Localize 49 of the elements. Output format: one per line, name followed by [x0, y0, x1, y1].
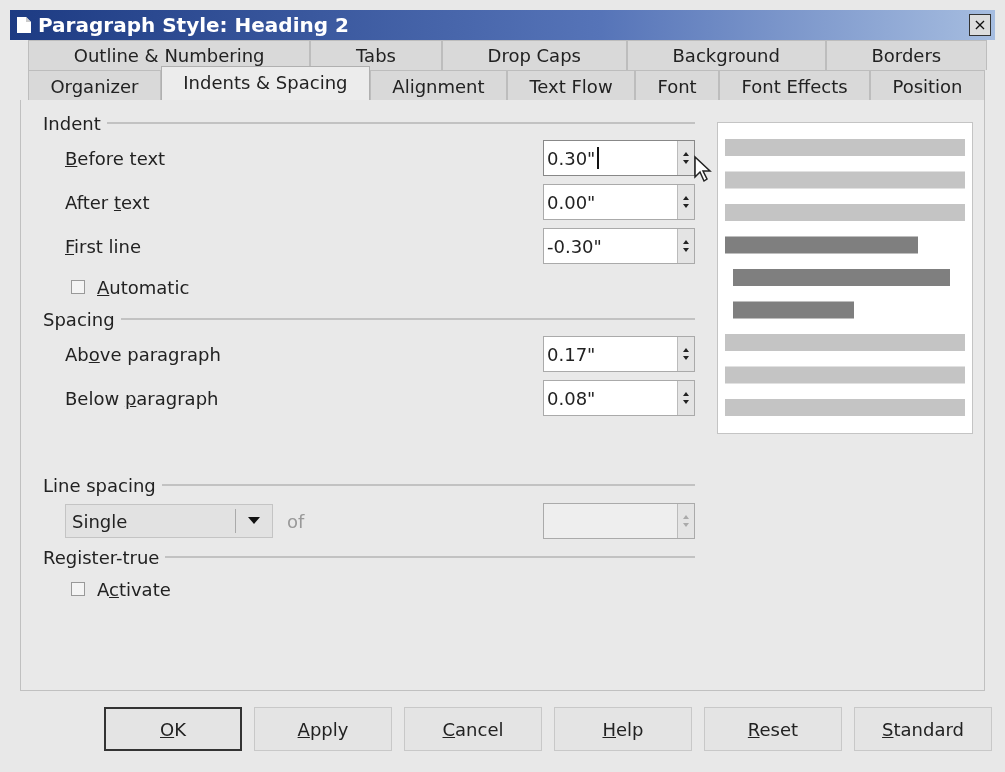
tab[interactable]: Font: [635, 70, 720, 100]
spin-field[interactable]: -0.30": [543, 228, 695, 264]
field-label: Below paragraph: [65, 387, 219, 409]
section-heading: Register-true: [43, 546, 160, 568]
spin-arrows-icon: [683, 346, 689, 362]
dropdown-arrow-icon: [248, 517, 260, 525]
field-label: First line: [65, 235, 142, 257]
tab[interactable]: Organizer: [28, 70, 161, 100]
field-label: Above paragraph: [65, 343, 221, 365]
window-title: Paragraph Style: Heading 2: [38, 13, 350, 37]
section-heading: Spacing: [43, 308, 115, 330]
spin-field[interactable]: 0.08": [543, 380, 695, 416]
tab[interactable]: Drop Caps: [441, 40, 627, 70]
spin-arrows-icon: [683, 194, 689, 210]
spin-arrows-icon: [683, 238, 689, 254]
checkbox[interactable]: [71, 582, 85, 596]
tab[interactable]: Alignment: [369, 70, 507, 100]
field-label: Before text: [65, 147, 166, 169]
field-label: of: [287, 510, 305, 532]
spin-arrows-icon: [683, 150, 689, 166]
spin-field[interactable]: 0.00": [543, 184, 695, 220]
dialog-button[interactable]: Cancel: [404, 707, 542, 751]
tab[interactable]: Indents & Spacing: [160, 66, 370, 100]
checkbox-label[interactable]: Activate: [97, 578, 171, 600]
section-heading: Line spacing: [43, 474, 156, 496]
checkbox-label[interactable]: Automatic: [97, 276, 190, 298]
dialog-button[interactable]: OK: [104, 707, 242, 751]
checkbox[interactable]: [71, 280, 85, 294]
tab[interactable]: Borders: [825, 40, 987, 70]
spin-arrows-icon: [683, 390, 689, 406]
pointer-icon: [693, 155, 713, 183]
field-label: After text: [65, 191, 150, 213]
dialog-button[interactable]: Reset: [704, 707, 842, 751]
dialog-button[interactable]: Standard: [854, 707, 992, 751]
tab[interactable]: Outline & Numbering: [28, 40, 311, 70]
dialog-button[interactable]: Apply: [254, 707, 392, 751]
spin-arrows-icon: [683, 513, 689, 529]
tab[interactable]: Font Effects: [719, 70, 870, 100]
dialog-button[interactable]: Help: [554, 707, 692, 751]
dropdown[interactable]: Single: [65, 504, 273, 538]
spin-field[interactable]: 0.17": [543, 336, 695, 372]
tab[interactable]: Position: [870, 70, 985, 100]
tab[interactable]: Tabs: [310, 40, 442, 70]
spin-field[interactable]: 0.30": [543, 140, 695, 176]
tab[interactable]: Background: [626, 40, 826, 70]
document-icon: [16, 16, 32, 34]
close-button[interactable]: ×: [969, 14, 991, 36]
tab[interactable]: Text Flow: [506, 70, 636, 100]
section-heading: Indent: [43, 112, 101, 134]
